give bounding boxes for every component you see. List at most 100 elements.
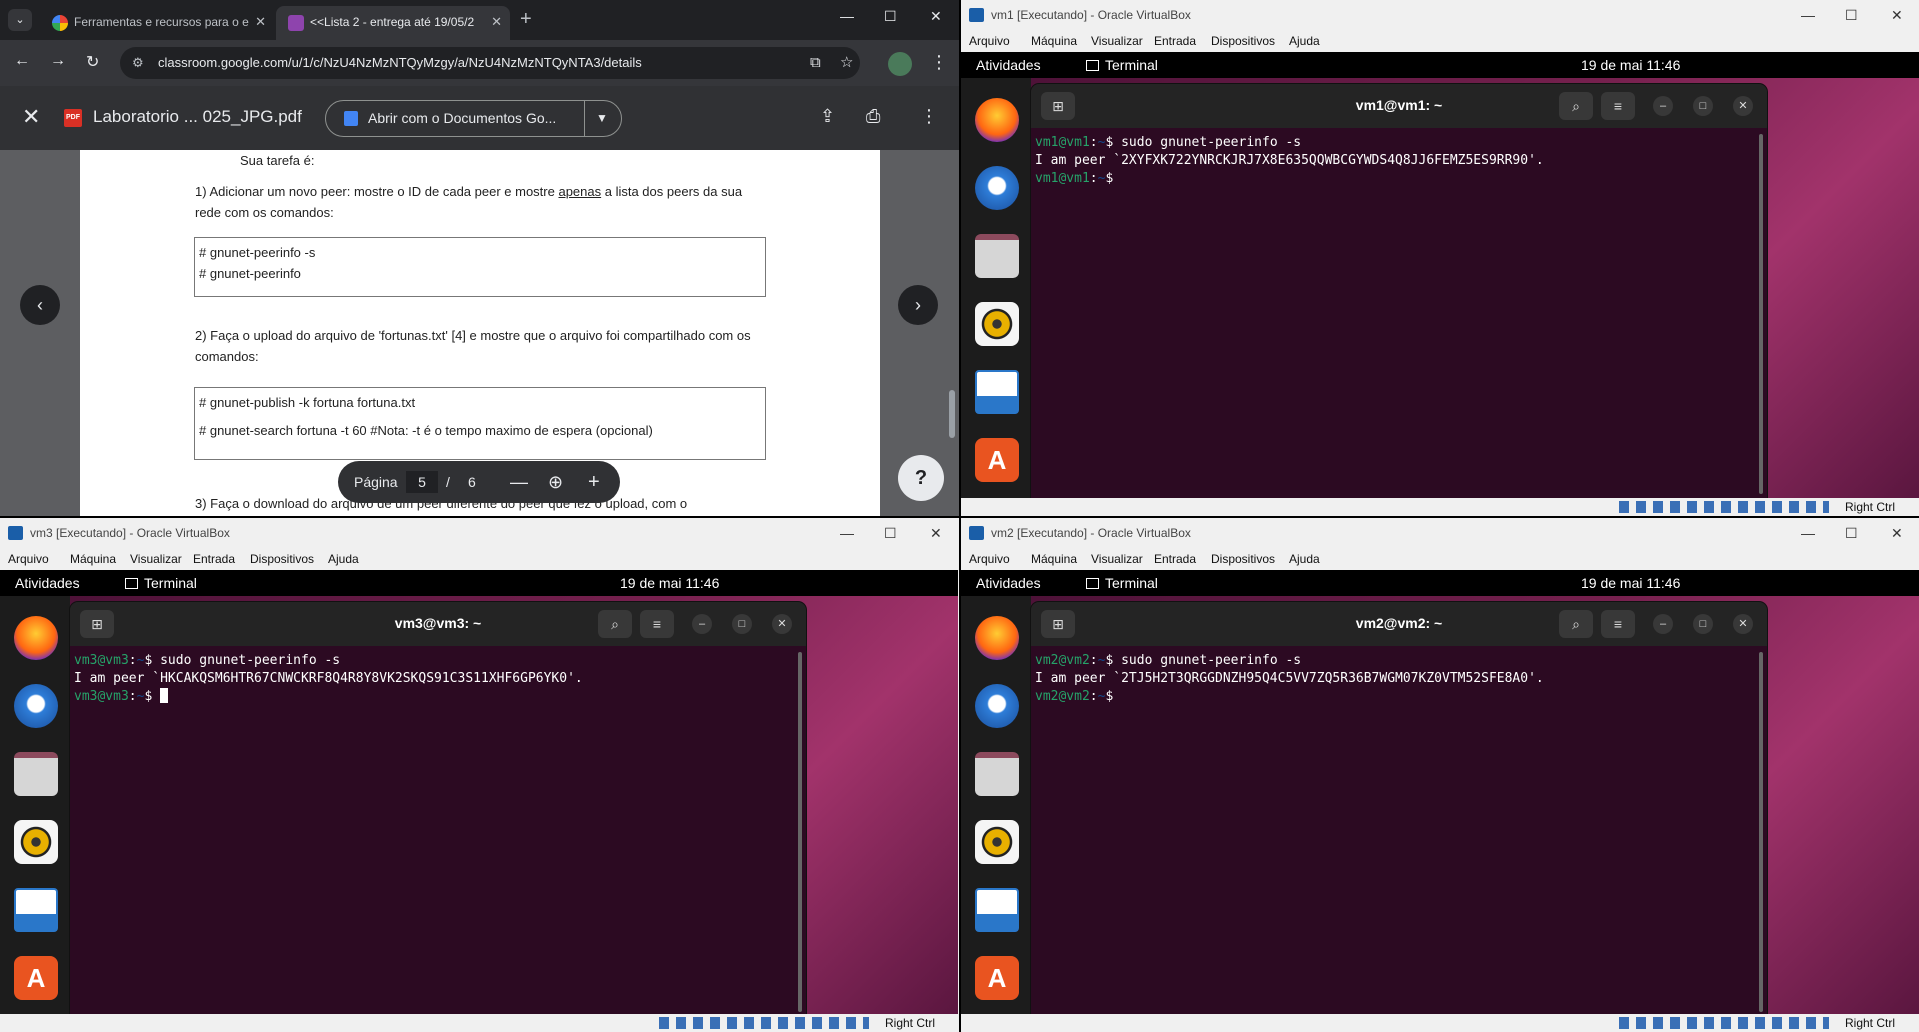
help-icon[interactable]: ? xyxy=(898,455,944,501)
clock[interactable]: 19 de mai 11:46 xyxy=(620,570,719,596)
maximize-icon[interactable]: ☐ xyxy=(884,518,897,548)
guest-screen[interactable]: Atividades Terminal 19 de mai 11:46 A ⊞ … xyxy=(961,570,1919,1016)
firefox-icon[interactable] xyxy=(14,616,58,660)
close-window-icon[interactable]: ✕ xyxy=(1891,0,1903,30)
search-icon[interactable]: ⌕ xyxy=(598,610,632,638)
minimize-icon[interactable]: — xyxy=(840,8,854,24)
pdf-viewer[interactable]: Sua tarefa é: 1) Adicionar um novo peer:… xyxy=(0,150,959,516)
open-with-docs-button[interactable]: Abrir com o Documentos Go... ▼ xyxy=(325,100,622,137)
terminal-scrollbar[interactable] xyxy=(798,652,802,1012)
activities-button[interactable]: Atividades xyxy=(15,570,80,596)
maximize-icon[interactable]: ☐ xyxy=(1845,518,1858,548)
more-options-icon[interactable]: ⋮ xyxy=(920,106,938,127)
activities-button[interactable]: Atividades xyxy=(976,52,1041,78)
search-icon[interactable]: ⌕ xyxy=(1559,92,1593,120)
forward-icon[interactable]: → xyxy=(50,52,66,70)
chrome-menu-icon[interactable]: ⋮ xyxy=(930,52,948,73)
app-menu[interactable]: Terminal xyxy=(125,570,197,596)
minimize-icon[interactable]: – xyxy=(1653,96,1673,116)
firefox-icon[interactable] xyxy=(975,616,1019,660)
thunderbird-icon[interactable] xyxy=(975,684,1019,728)
files-icon[interactable] xyxy=(975,234,1019,278)
terminal-output[interactable]: vm2@vm2:~$ sudo gnunet-peerinfo -s I am … xyxy=(1031,646,1767,1016)
close-window-icon[interactable]: ✕ xyxy=(930,8,942,25)
files-icon[interactable] xyxy=(975,752,1019,796)
menu-dispositivos[interactable]: Dispositivos xyxy=(1211,34,1275,48)
close-tab-icon[interactable]: ✕ xyxy=(255,6,266,38)
menu-ajuda[interactable]: Ajuda xyxy=(328,552,359,566)
menu-visualizar[interactable]: Visualizar xyxy=(1091,552,1143,566)
minimize-icon[interactable]: — xyxy=(840,518,854,548)
terminal-scrollbar[interactable] xyxy=(1759,652,1763,1012)
app-center-icon[interactable]: A xyxy=(14,956,58,1000)
menu-maquina[interactable]: Máquina xyxy=(70,552,116,566)
site-info-icon[interactable]: ⚙ xyxy=(132,47,144,79)
hamburger-menu-icon[interactable]: ≡ xyxy=(640,610,674,638)
minimize-icon[interactable]: — xyxy=(1801,0,1815,30)
menu-dispositivos[interactable]: Dispositivos xyxy=(1211,552,1275,566)
clock[interactable]: 19 de mai 11:46 xyxy=(1581,52,1680,78)
guest-screen[interactable]: Atividades Terminal 19 de mai 11:46 A ⊞ … xyxy=(0,570,958,1016)
print-icon[interactable]: ⎙ xyxy=(866,106,880,127)
app-menu[interactable]: Terminal xyxy=(1086,52,1158,78)
menu-visualizar[interactable]: Visualizar xyxy=(1091,34,1143,48)
terminal-scrollbar[interactable] xyxy=(1759,134,1763,494)
tab-search-button[interactable]: ⌄ xyxy=(8,9,32,31)
rhythmbox-icon[interactable] xyxy=(975,302,1019,346)
menu-entrada[interactable]: Entrada xyxy=(193,552,235,566)
zoom-out-icon[interactable]: — xyxy=(510,461,528,503)
firefox-icon[interactable] xyxy=(975,98,1019,142)
writer-icon[interactable] xyxy=(975,888,1019,932)
close-tab-icon[interactable]: ✕ xyxy=(491,6,502,38)
app-center-icon[interactable]: A xyxy=(975,956,1019,1000)
maximize-icon[interactable]: □ xyxy=(732,614,752,634)
search-icon[interactable]: ⌕ xyxy=(1559,610,1593,638)
writer-icon[interactable] xyxy=(975,370,1019,414)
close-preview-icon[interactable]: ✕ xyxy=(22,104,40,130)
new-tab-button[interactable]: + xyxy=(520,8,532,31)
bookmark-star-icon[interactable]: ☆ xyxy=(840,47,853,79)
tab-ferramentas[interactable]: Ferramentas e recursos para o e ✕ xyxy=(40,6,274,40)
tab-lista-2[interactable]: <<Lista 2 - entrega até 19/05/2 ✕ xyxy=(276,6,510,40)
menu-arquivo[interactable]: Arquivo xyxy=(8,552,49,566)
menu-entrada[interactable]: Entrada xyxy=(1154,552,1196,566)
thunderbird-icon[interactable] xyxy=(14,684,58,728)
terminal-output[interactable]: vm1@vm1:~$ sudo gnunet-peerinfo -s I am … xyxy=(1031,128,1767,498)
thunderbird-icon[interactable] xyxy=(975,166,1019,210)
files-icon[interactable] xyxy=(14,752,58,796)
terminal-output[interactable]: vm3@vm3:~$ sudo gnunet-peerinfo -s I am … xyxy=(70,646,806,1016)
app-center-icon[interactable]: A xyxy=(975,438,1019,482)
minimize-icon[interactable]: – xyxy=(1653,614,1673,634)
menu-dispositivos[interactable]: Dispositivos xyxy=(250,552,314,566)
hamburger-menu-icon[interactable]: ≡ xyxy=(1601,610,1635,638)
activities-button[interactable]: Atividades xyxy=(976,570,1041,596)
menu-entrada[interactable]: Entrada xyxy=(1154,34,1196,48)
page-number-input[interactable]: 5 xyxy=(406,471,438,493)
dropdown-arrow-icon[interactable]: ▼ xyxy=(596,101,608,136)
maximize-icon[interactable]: □ xyxy=(1693,614,1713,634)
back-icon[interactable]: ← xyxy=(14,52,30,70)
menu-maquina[interactable]: Máquina xyxy=(1031,552,1077,566)
device-status-icons[interactable] xyxy=(1619,1017,1829,1029)
minimize-icon[interactable]: — xyxy=(1801,518,1815,548)
reload-icon[interactable]: ↻ xyxy=(86,52,99,72)
close-icon[interactable]: ✕ xyxy=(1733,614,1753,634)
next-page-button[interactable]: › xyxy=(898,285,938,325)
close-icon[interactable]: ✕ xyxy=(1733,96,1753,116)
device-status-icons[interactable] xyxy=(659,1017,869,1029)
add-to-drive-icon[interactable]: ⇪ xyxy=(820,106,835,127)
menu-arquivo[interactable]: Arquivo xyxy=(969,34,1010,48)
scrollbar[interactable] xyxy=(949,390,955,438)
guest-screen[interactable]: Atividades Terminal 19 de mai 11:46 A ⊞ … xyxy=(961,52,1919,498)
hamburger-menu-icon[interactable]: ≡ xyxy=(1601,92,1635,120)
rhythmbox-icon[interactable] xyxy=(975,820,1019,864)
install-app-icon[interactable]: ⧉ xyxy=(810,47,821,79)
device-status-icons[interactable] xyxy=(1619,501,1829,513)
menu-arquivo[interactable]: Arquivo xyxy=(969,552,1010,566)
menu-ajuda[interactable]: Ajuda xyxy=(1289,552,1320,566)
menu-maquina[interactable]: Máquina xyxy=(1031,34,1077,48)
close-window-icon[interactable]: ✕ xyxy=(1891,518,1903,548)
writer-icon[interactable] xyxy=(14,888,58,932)
zoom-icon[interactable]: ⊕ xyxy=(548,461,563,503)
maximize-icon[interactable]: ☐ xyxy=(884,8,897,25)
